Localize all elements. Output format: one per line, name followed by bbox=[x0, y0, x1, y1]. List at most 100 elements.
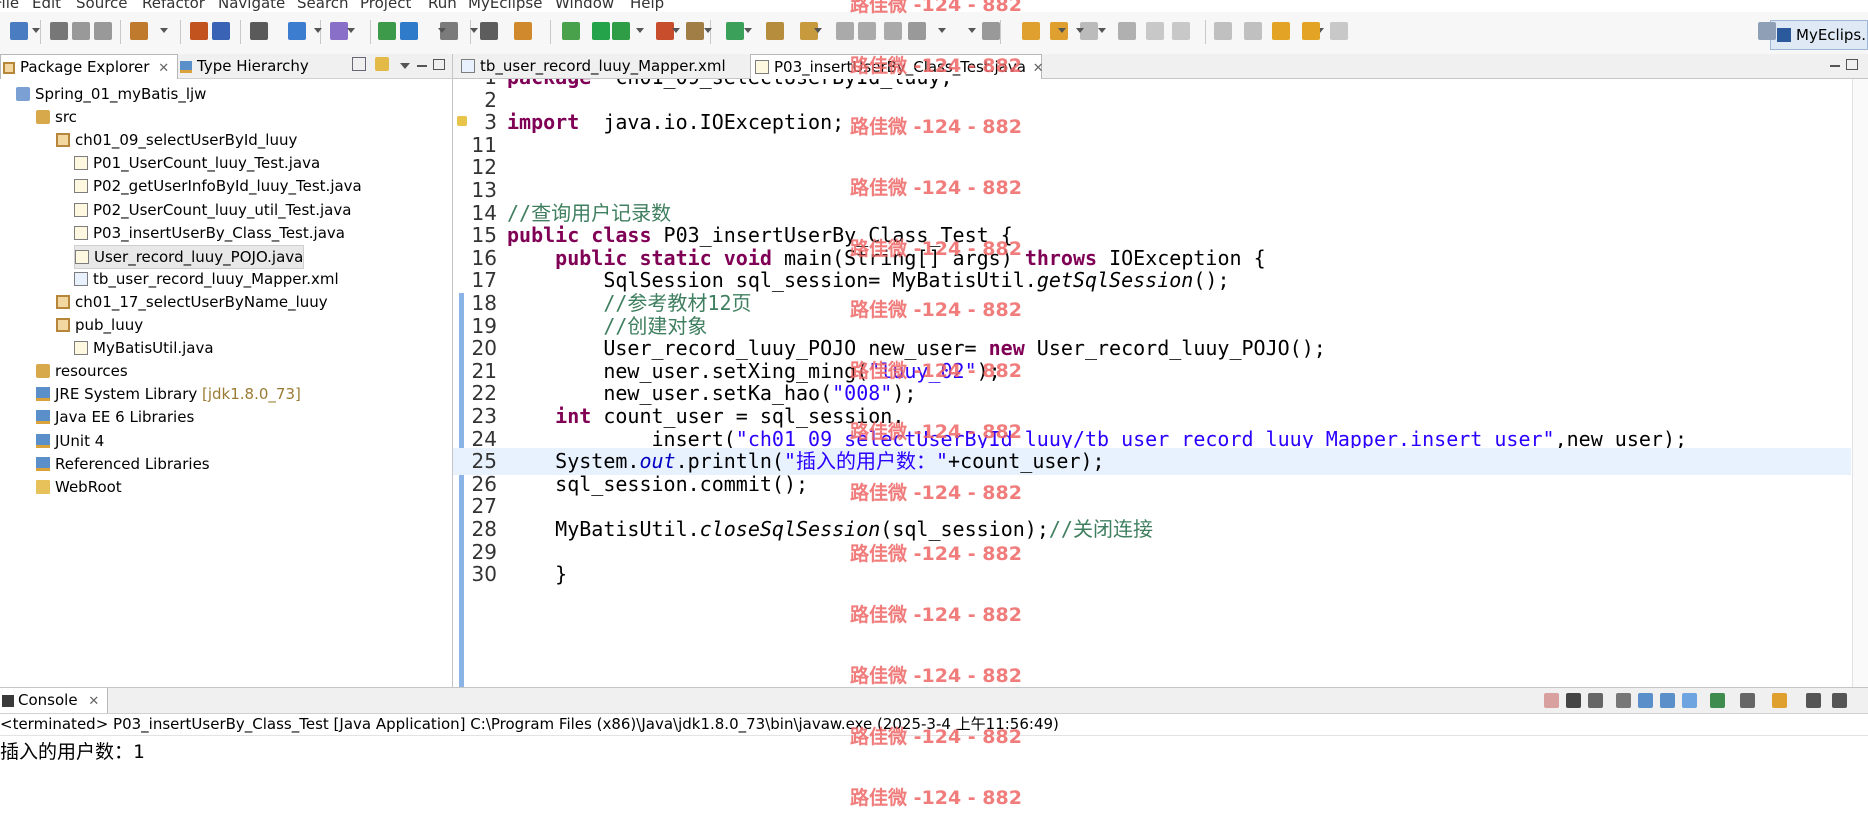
tree-item[interactable]: ch01_17_selectUserByName_luuy bbox=[56, 291, 328, 313]
chevron-down-icon[interactable] bbox=[672, 28, 680, 33]
hierarchy-icon[interactable] bbox=[686, 22, 704, 40]
editor-maximize-icon[interactable] bbox=[1846, 59, 1858, 70]
menu-navigate[interactable]: Navigate bbox=[218, 0, 285, 12]
chevron-down-icon[interactable] bbox=[704, 28, 712, 33]
toggle-icon[interactable] bbox=[908, 22, 926, 40]
tree-item[interactable]: ch01_09_selectUserById_luuy bbox=[56, 129, 297, 151]
chevron-down-icon[interactable] bbox=[438, 28, 446, 33]
annotation-icon[interactable] bbox=[1118, 22, 1136, 40]
tree-item[interactable]: User_record_luuy_POJO.java bbox=[74, 244, 305, 269]
view-menu-icon[interactable] bbox=[400, 63, 410, 69]
tree-item[interactable]: P02_UserCount_luuy_util_Test.java bbox=[74, 199, 351, 221]
mark-icon[interactable] bbox=[858, 22, 876, 40]
chevron-down-icon[interactable] bbox=[1076, 28, 1084, 33]
menu-search[interactable]: Search bbox=[297, 0, 349, 12]
maximize-icon[interactable] bbox=[433, 59, 445, 70]
chevron-down-icon[interactable] bbox=[32, 28, 40, 33]
browser-icon[interactable] bbox=[400, 22, 418, 40]
console-minimize-icon[interactable] bbox=[1806, 693, 1821, 708]
back-icon[interactable] bbox=[1022, 22, 1040, 40]
last-edit-icon[interactable] bbox=[982, 22, 1000, 40]
chevron-down-icon[interactable] bbox=[470, 28, 478, 33]
open-console-icon[interactable] bbox=[1772, 693, 1787, 708]
pin-console-icon[interactable] bbox=[1710, 693, 1725, 708]
tree-item[interactable]: src bbox=[36, 106, 77, 128]
open-resource-icon[interactable] bbox=[212, 22, 230, 40]
open-perspective-icon[interactable] bbox=[1758, 22, 1776, 40]
terminal-icon[interactable] bbox=[250, 22, 268, 40]
perspective-switcher[interactable]: MyEclips... bbox=[1770, 20, 1868, 50]
edit-icon[interactable] bbox=[1146, 22, 1164, 40]
word-wrap-icon[interactable] bbox=[1660, 693, 1675, 708]
open-perspective-icon[interactable] bbox=[726, 22, 744, 40]
menu-run[interactable]: Run bbox=[428, 0, 457, 12]
chevron-down-icon[interactable] bbox=[314, 28, 322, 33]
print-icon[interactable] bbox=[94, 22, 112, 40]
tree-item[interactable]: P01_UserCount_luuy_Test.java bbox=[74, 152, 320, 174]
tree-item[interactable]: WebRoot bbox=[36, 476, 122, 498]
code-editor[interactable]: 1package ch01_09_selectUserById_luuy;23i… bbox=[453, 79, 1851, 687]
new-icon[interactable] bbox=[10, 22, 28, 40]
chevron-down-icon[interactable] bbox=[636, 28, 644, 33]
code-line[interactable]: 30 } bbox=[453, 561, 1851, 588]
history-forward-icon[interactable] bbox=[1244, 22, 1262, 40]
open-type-icon[interactable] bbox=[190, 22, 208, 40]
chevron-down-icon[interactable] bbox=[160, 28, 168, 33]
link-with-editor-icon[interactable] bbox=[375, 57, 389, 71]
run-server-icon[interactable] bbox=[378, 22, 396, 40]
terminate-icon[interactable] bbox=[1544, 693, 1559, 708]
tab-package-explorer[interactable]: Package Explorer ✕ bbox=[0, 54, 178, 79]
outline-icon[interactable] bbox=[1172, 22, 1190, 40]
next-annotation-icon[interactable] bbox=[766, 22, 784, 40]
chevron-down-icon[interactable] bbox=[1098, 28, 1106, 33]
clear-console-icon[interactable] bbox=[1616, 693, 1631, 708]
show-on-output-icon[interactable] bbox=[1682, 693, 1697, 708]
nav-forward-icon[interactable] bbox=[1330, 22, 1348, 40]
tree-item[interactable]: P03_insertUserBy_Class_Test.java bbox=[74, 222, 345, 244]
editor-vertical-scrollbar[interactable] bbox=[1852, 79, 1868, 687]
tree-item[interactable]: Java EE 6 Libraries bbox=[36, 406, 194, 428]
search-icon[interactable] bbox=[836, 22, 854, 40]
menu-project[interactable]: Project bbox=[360, 0, 411, 12]
chevron-down-icon[interactable] bbox=[1058, 28, 1066, 33]
console-maximize-icon[interactable] bbox=[1832, 693, 1847, 708]
tree-item[interactable]: MyBatisUtil.java bbox=[74, 337, 214, 359]
menu-edit[interactable]: Edit bbox=[32, 0, 61, 12]
menu-help[interactable]: Help bbox=[630, 0, 664, 12]
save-icon[interactable] bbox=[50, 22, 68, 40]
nav-back-icon[interactable] bbox=[1302, 22, 1320, 40]
close-icon[interactable]: ✕ bbox=[88, 694, 99, 709]
menu-refactor[interactable]: Refactor bbox=[142, 0, 205, 12]
chevron-down-icon[interactable] bbox=[968, 28, 976, 33]
server-icon[interactable] bbox=[330, 22, 348, 40]
open-task-icon[interactable] bbox=[514, 22, 532, 40]
pin-icon[interactable] bbox=[884, 22, 902, 40]
close-icon[interactable]: ✕ bbox=[158, 61, 169, 76]
coverage-icon[interactable] bbox=[612, 22, 630, 40]
menu-source[interactable]: Source bbox=[76, 0, 128, 12]
remove-launch-icon[interactable] bbox=[1566, 693, 1581, 708]
save-all-icon[interactable] bbox=[72, 22, 90, 40]
tab-insert-test-java[interactable]: P03_insertUserBy_Class_Test.java ✕ bbox=[750, 54, 1044, 79]
chevron-down-icon[interactable] bbox=[744, 28, 752, 33]
tree-item[interactable]: tb_user_record_luuy_Mapper.xml bbox=[74, 268, 339, 290]
tab-console[interactable]: Console ✕ bbox=[0, 688, 109, 713]
remove-all-icon[interactable] bbox=[1588, 693, 1603, 708]
tree-item[interactable]: JUnit 4 bbox=[36, 430, 104, 452]
scroll-lock-icon[interactable] bbox=[1638, 693, 1653, 708]
deploy-icon[interactable] bbox=[288, 22, 306, 40]
tree-item[interactable]: JRE System Library [jdk1.8.0_73] bbox=[36, 383, 301, 405]
close-icon[interactable]: ✕ bbox=[1033, 61, 1044, 76]
tab-mapper-xml[interactable]: tb_user_record_luuy_Mapper.xml bbox=[457, 54, 747, 78]
tab-type-hierarchy[interactable]: Type Hierarchy bbox=[180, 54, 320, 78]
tree-item[interactable]: resources bbox=[36, 360, 128, 382]
chevron-down-icon[interactable] bbox=[814, 28, 822, 33]
menu-file[interactable]: File bbox=[0, 0, 19, 12]
skip-icon[interactable] bbox=[562, 22, 580, 40]
tree-item[interactable]: pub_luuy bbox=[56, 314, 143, 336]
collapse-all-icon[interactable] bbox=[352, 57, 366, 71]
previous-edit-icon[interactable] bbox=[1272, 22, 1290, 40]
warning-marker-icon[interactable] bbox=[457, 116, 467, 127]
minimize-icon[interactable] bbox=[417, 65, 427, 67]
build-icon[interactable] bbox=[480, 22, 498, 40]
